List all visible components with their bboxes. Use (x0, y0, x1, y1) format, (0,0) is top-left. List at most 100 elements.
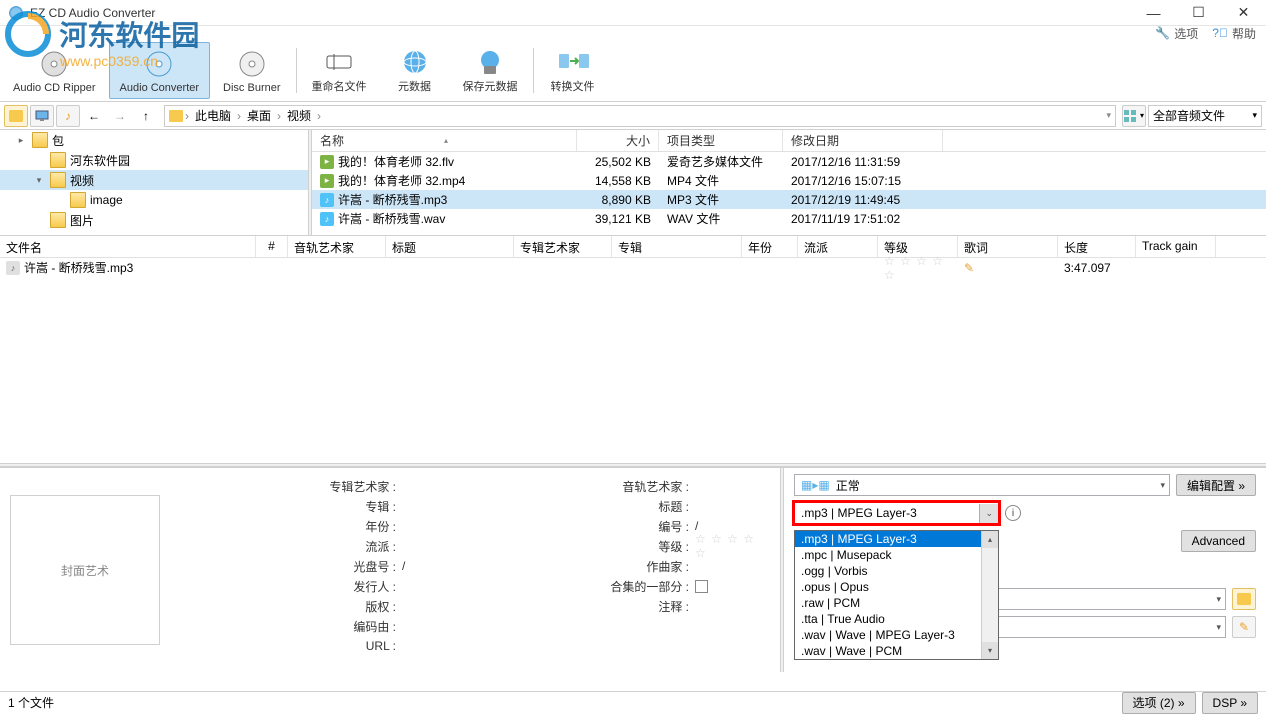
tree-item[interactable]: 河东软件园 (0, 150, 308, 170)
col-filename[interactable]: 文件名 (0, 236, 256, 257)
col-length[interactable]: 长度 (1058, 236, 1136, 257)
format-option[interactable]: .ogg | Vorbis (795, 563, 998, 579)
save-metadata-button[interactable]: 保存元数据 (452, 42, 529, 99)
format-option[interactable]: .wav | Wave | PCM (795, 643, 998, 659)
album-label: 专辑 : (182, 498, 402, 515)
col-date[interactable]: 修改日期 (783, 130, 943, 151)
breadcrumb-part[interactable]: 视频 (283, 107, 315, 124)
col-size[interactable]: 大小 (577, 130, 659, 151)
dropdown-scrollbar[interactable]: ▴ ▾ (981, 531, 998, 659)
file-row[interactable]: ▸我的！体育老师 32.flv25,502 KB爱奇艺多媒体文件2017/12/… (312, 152, 1266, 171)
year-label: 年份 : (182, 518, 402, 535)
col-genre[interactable]: 流派 (798, 236, 878, 257)
app-icon (8, 5, 24, 21)
audio-converter-button[interactable]: Audio Converter (109, 42, 211, 99)
dsp-button[interactable]: DSP » (1202, 692, 1258, 714)
format-dropdown-list[interactable]: .mp3 | MPEG Layer-3 .mpc | Musepack .ogg… (794, 530, 999, 660)
format-combo[interactable]: .mp3 | MPEG Layer-3 ⌄ (794, 502, 999, 524)
navbar: ♪ ← → ↑ › 此电脑 › 桌面 › 视频 › ▾ ▾ 全部音频文件 ▾ (0, 102, 1266, 130)
scroll-up-button[interactable]: ▴ (982, 531, 998, 548)
col-artist[interactable]: 音轨艺术家 (288, 236, 386, 257)
collapse-icon[interactable]: ▾ (32, 175, 46, 186)
compilation-checkbox[interactable] (695, 580, 708, 593)
nav-computer-button[interactable] (30, 105, 54, 127)
tree-item[interactable]: ▾视频 (0, 170, 308, 190)
chevron-down-icon: ▾ (1210, 622, 1221, 633)
minimize-button[interactable]: — (1131, 0, 1176, 26)
output-settings-panel: ▦▸▦ 正常 ▾ 编辑配置 » .mp3 | MPEG Layer-3 ⌄ i … (784, 468, 1266, 672)
breadcrumb-part[interactable]: 此电脑 (191, 107, 235, 124)
composer-label: 作曲家 : (475, 558, 695, 575)
browse-folder-button[interactable] (1232, 588, 1256, 610)
conversion-queue[interactable]: 文件名 # 音轨艺术家 标题 专辑艺术家 专辑 年份 流派 等级 歌词 长度 T… (0, 235, 1266, 463)
rating-stars[interactable]: ☆ ☆ ☆ ☆ ☆ (695, 532, 768, 560)
col-type[interactable]: 项目类型 (659, 130, 783, 151)
format-option[interactable]: .wav | Wave | MPEG Layer-3 (795, 627, 998, 643)
folder-tree[interactable]: ▸包 河东软件园 ▾视频 image 图片 (0, 130, 308, 235)
help-link[interactable]: ?⃝ 帮助 (1212, 25, 1256, 42)
col-title[interactable]: 标题 (386, 236, 514, 257)
col-tracknum[interactable]: # (256, 236, 288, 257)
queue-row[interactable]: ♪许嵩 - 断桥残雪.mp3 ☆ ☆ ☆ ☆ ☆ ✎ 3:47.097 (0, 258, 1266, 277)
file-row[interactable]: ▸我的！体育老师 32.mp414,558 KBMP4 文件2017/12/16… (312, 171, 1266, 190)
copyright-label: 版权 : (182, 598, 402, 615)
format-option[interactable]: .mpc | Musepack (795, 547, 998, 563)
file-row[interactable]: ♪许嵩 - 断桥残雪.mp38,890 KBMP3 文件2017/12/19 1… (312, 190, 1266, 209)
format-option[interactable]: .tta | True Audio (795, 611, 998, 627)
options-link[interactable]: 🔧 选项 (1155, 25, 1198, 42)
edit-presets-button[interactable]: 编辑配置 » (1176, 474, 1256, 496)
encodedby-label: 编码由 : (182, 618, 402, 635)
close-button[interactable]: ✕ (1221, 0, 1266, 26)
expand-icon[interactable]: ▸ (14, 135, 28, 146)
file-row[interactable]: ♪许嵩 - 断桥残雪.wav39,121 KBWAV 文件2017/11/19 … (312, 209, 1266, 228)
tree-item[interactable]: image (0, 190, 308, 210)
col-trackgain[interactable]: Track gain (1136, 236, 1216, 257)
breadcrumb-part[interactable]: 桌面 (243, 107, 275, 124)
metadata-button[interactable]: 元数据 (380, 42, 450, 99)
disc-burner-button[interactable]: Disc Burner (212, 42, 291, 99)
col-album[interactable]: 专辑 (612, 236, 742, 257)
maximize-button[interactable]: ☐ (1176, 0, 1221, 26)
view-mode-button[interactable]: ▾ (1122, 105, 1146, 127)
info-icon[interactable]: i (1005, 505, 1021, 521)
discnum-label: 光盘号 : (182, 558, 402, 575)
scroll-down-button[interactable]: ▾ (982, 642, 998, 659)
format-option[interactable]: .raw | PCM (795, 595, 998, 611)
rename-files-button[interactable]: 重命名文件 (301, 42, 378, 99)
preset-combo[interactable]: ▦▸▦ 正常 ▾ (794, 474, 1170, 496)
col-lyrics[interactable]: 歌词 (958, 236, 1058, 257)
edit-lyrics-icon[interactable]: ✎ (964, 261, 974, 275)
mp3-file-icon: ♪ (320, 193, 334, 207)
discnum-field[interactable]: / (402, 559, 475, 573)
col-name[interactable]: 名称▴ (312, 130, 577, 151)
nav-desktop-button[interactable] (4, 105, 28, 127)
nav-up-button[interactable]: ↑ (134, 105, 158, 127)
file-filter-combo[interactable]: 全部音频文件 ▾ (1148, 105, 1262, 127)
convert-files-button[interactable]: 转换文件 (538, 42, 608, 99)
mp4-file-icon: ▸ (320, 174, 334, 188)
nav-music-button[interactable]: ♪ (56, 105, 80, 127)
file-list[interactable]: 名称▴ 大小 项目类型 修改日期 ▸我的！体育老师 32.flv25,502 K… (312, 130, 1266, 235)
format-option[interactable]: .opus | Opus (795, 579, 998, 595)
metadata-icon (399, 47, 431, 76)
tracknum-field[interactable]: / (695, 519, 768, 533)
convert-icon (143, 48, 175, 80)
tree-item[interactable]: 图片 (0, 210, 308, 230)
advanced-button[interactable]: Advanced (1181, 530, 1256, 552)
format-option[interactable]: .mp3 | MPEG Layer-3 (795, 531, 998, 547)
col-year[interactable]: 年份 (742, 236, 798, 257)
file-list-header: 名称▴ 大小 项目类型 修改日期 (312, 130, 1266, 152)
tree-item[interactable]: ▸包 (0, 130, 308, 150)
cover-art-panel: 封面艺术 (0, 468, 170, 672)
audio-file-icon: ♪ (6, 261, 20, 275)
audio-cd-ripper-button[interactable]: Audio CD Ripper (2, 42, 107, 99)
chevron-down-icon[interactable]: ▾ (1106, 110, 1111, 121)
options-button[interactable]: 选项 (2) » (1122, 692, 1196, 714)
breadcrumb-bar[interactable]: › 此电脑 › 桌面 › 视频 › ▾ (164, 105, 1116, 127)
col-albumartist[interactable]: 专辑艺术家 (514, 236, 612, 257)
edit-format-button[interactable]: ✎ (1232, 616, 1256, 638)
rating-stars[interactable]: ☆ ☆ ☆ ☆ ☆ (884, 254, 952, 282)
nav-back-button[interactable]: ← (82, 105, 106, 127)
nav-forward-button[interactable]: → (108, 105, 132, 127)
cover-art-placeholder[interactable]: 封面艺术 (10, 495, 160, 645)
